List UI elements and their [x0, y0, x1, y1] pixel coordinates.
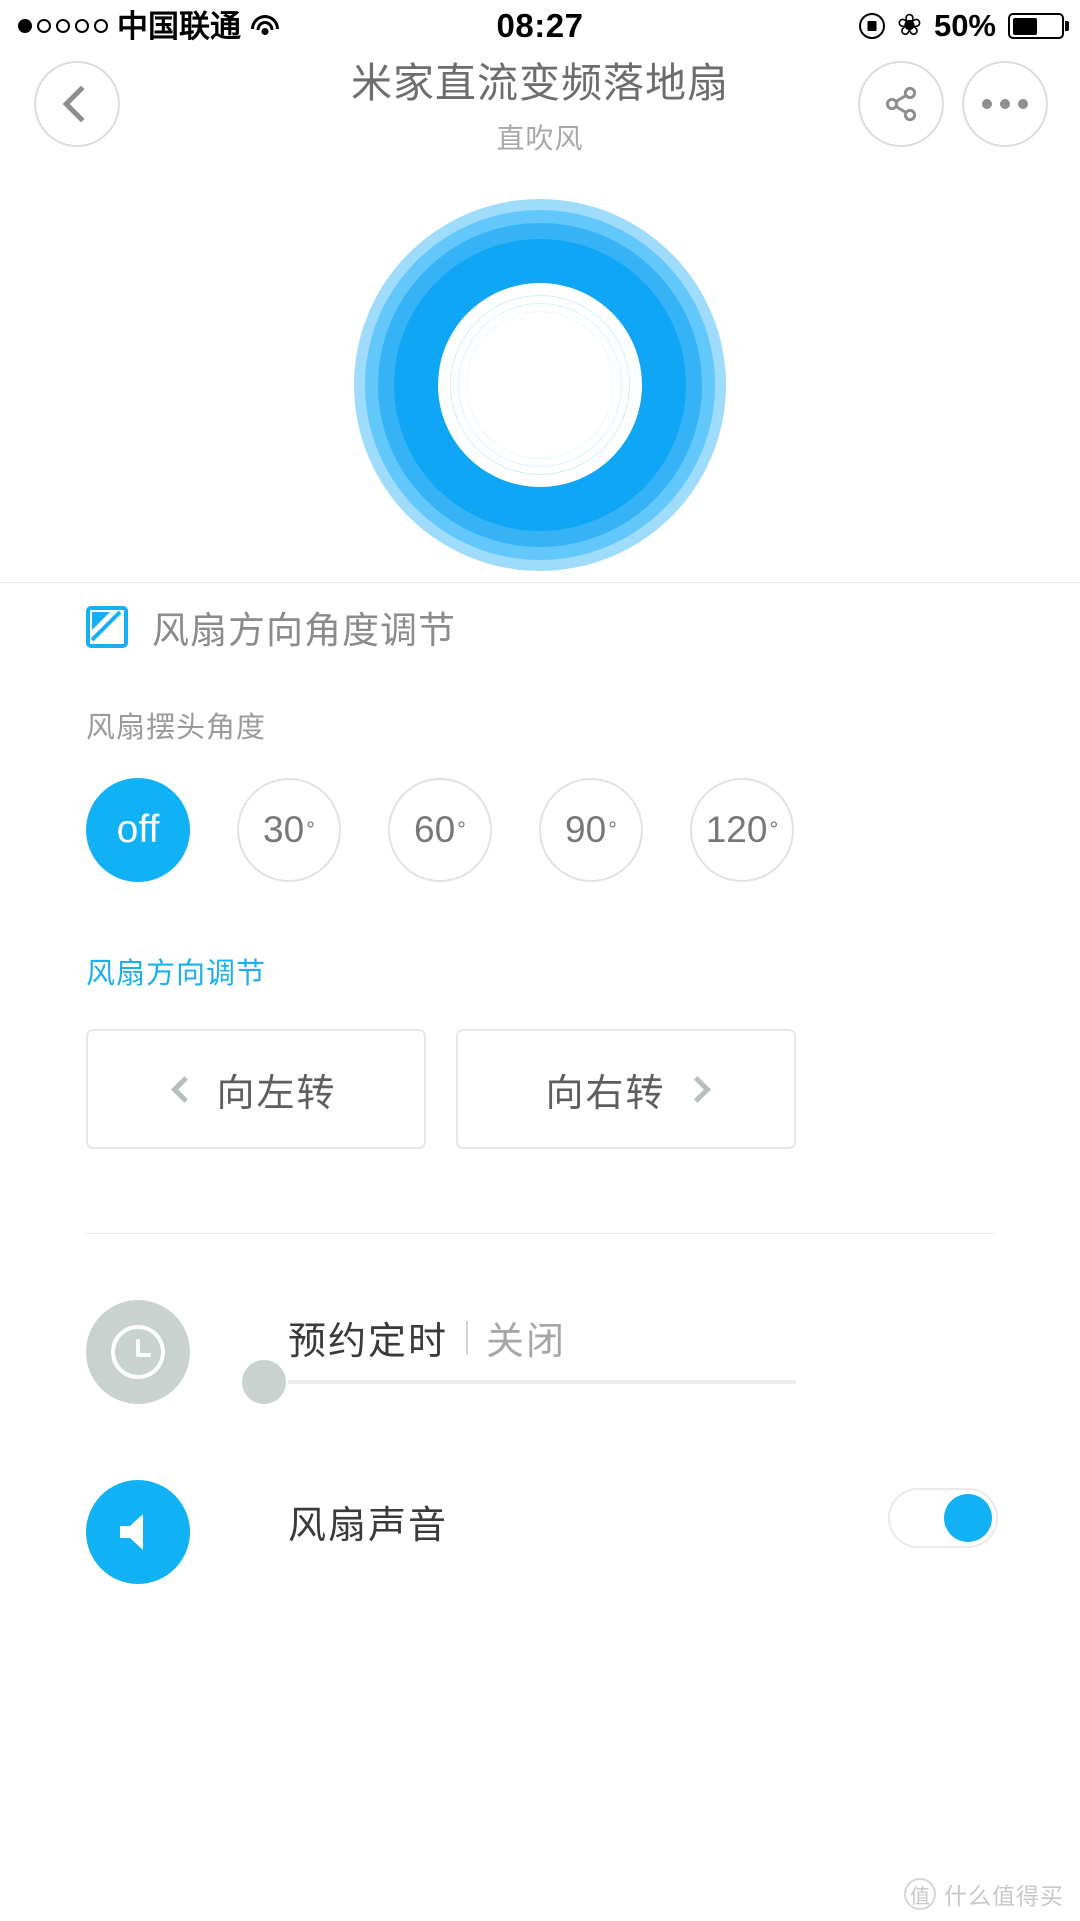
status-bar: 中国联通 08:27 ❀ 50% — [0, 0, 1080, 52]
angle-option-label: off — [116, 808, 160, 851]
direction-section-header: 风扇方向角度调节 — [86, 600, 456, 654]
angle-option-label: 30 — [263, 809, 305, 850]
toggle-knob — [944, 1494, 992, 1542]
timer-texts: 预约定时 关闭 — [288, 1310, 566, 1365]
clock-icon — [86, 1300, 190, 1404]
slider-thumb[interactable] — [242, 1360, 286, 1404]
turn-right-label: 向右转 — [545, 1072, 666, 1115]
timer-slider[interactable] — [242, 1360, 796, 1404]
angle-option-120[interactable]: 120 ° — [690, 778, 794, 882]
direction-section-title: 风扇方向角度调节 — [152, 610, 456, 651]
swing-angle-label: 风扇摆头角度 — [86, 712, 267, 744]
more-options-button[interactable] — [962, 61, 1048, 147]
swing-angle-options: off 30 ° 60 ° 90 ° 120 ° — [86, 778, 996, 900]
speaker-icon-container — [86, 1480, 190, 1584]
timer-divider — [466, 1320, 469, 1355]
degree-symbol: ° — [457, 817, 466, 842]
sound-label: 风扇声音 — [288, 1505, 449, 1547]
sound-toggle[interactable] — [888, 1488, 998, 1548]
divider-timer — [86, 1233, 994, 1234]
degree-symbol: ° — [769, 817, 779, 842]
fan-visual-area — [0, 177, 1080, 582]
navigation-bar: 米家直流变频落地扇 直吹风 — [0, 52, 1080, 177]
bluetooth-icon: ❀ — [896, 9, 922, 42]
angle-option-label: 120 — [705, 809, 768, 850]
direction-adjust-label: 风扇方向调节 — [86, 958, 267, 990]
angle-option-off[interactable]: off — [86, 778, 190, 882]
chevron-left-icon — [171, 1075, 199, 1103]
share-icon — [885, 86, 917, 122]
more-dots-icon — [982, 99, 1028, 109]
angle-option-30[interactable]: 30 ° — [237, 778, 341, 882]
turn-left-label: 向左转 — [216, 1072, 337, 1115]
timer-name: 预约定时 — [288, 1321, 449, 1363]
watermark-badge: 值 — [904, 1878, 936, 1910]
battery-icon — [1008, 13, 1064, 39]
slider-track — [288, 1380, 796, 1384]
speaker-icon — [110, 1504, 166, 1560]
chevron-right-icon — [683, 1075, 711, 1103]
share-button[interactable] — [858, 61, 944, 147]
fan-ring-indicator[interactable] — [354, 199, 726, 571]
divider-hero — [0, 582, 1080, 583]
turn-left-button[interactable]: 向左转 — [86, 1029, 426, 1149]
angle-option-90[interactable]: 90 ° — [539, 778, 643, 882]
turn-right-button[interactable]: 向右转 — [456, 1029, 796, 1149]
turn-buttons-row: 向左转 向右转 — [86, 1029, 796, 1149]
app-screen: 中国联通 08:27 ❀ 50% 米家直流变频落地扇 直吹风 风扇方向角度调节 … — [0, 0, 1080, 1921]
ring-hairline-3 — [466, 311, 614, 459]
angle-adjust-icon — [86, 606, 128, 648]
angle-option-label: 90 — [565, 809, 607, 850]
angle-option-60[interactable]: 60 ° — [388, 778, 492, 882]
watermark: 值 什么值得买 — [904, 1877, 1064, 1911]
status-bar-clock: 08:27 — [496, 7, 584, 44]
chevron-left-icon — [62, 85, 100, 123]
back-button[interactable] — [34, 61, 120, 147]
rotation-lock-icon — [858, 13, 885, 39]
status-bar-right: ❀ 50% — [858, 0, 1064, 52]
sound-row[interactable]: 风扇声音 — [0, 1468, 1080, 1648]
degree-symbol: ° — [608, 817, 617, 842]
degree-symbol: ° — [306, 817, 315, 842]
angle-option-label: 60 — [414, 809, 456, 850]
battery-percent: 50% — [933, 8, 996, 43]
timer-value: 关闭 — [486, 1321, 567, 1363]
watermark-text: 什么值得买 — [944, 1883, 1064, 1909]
